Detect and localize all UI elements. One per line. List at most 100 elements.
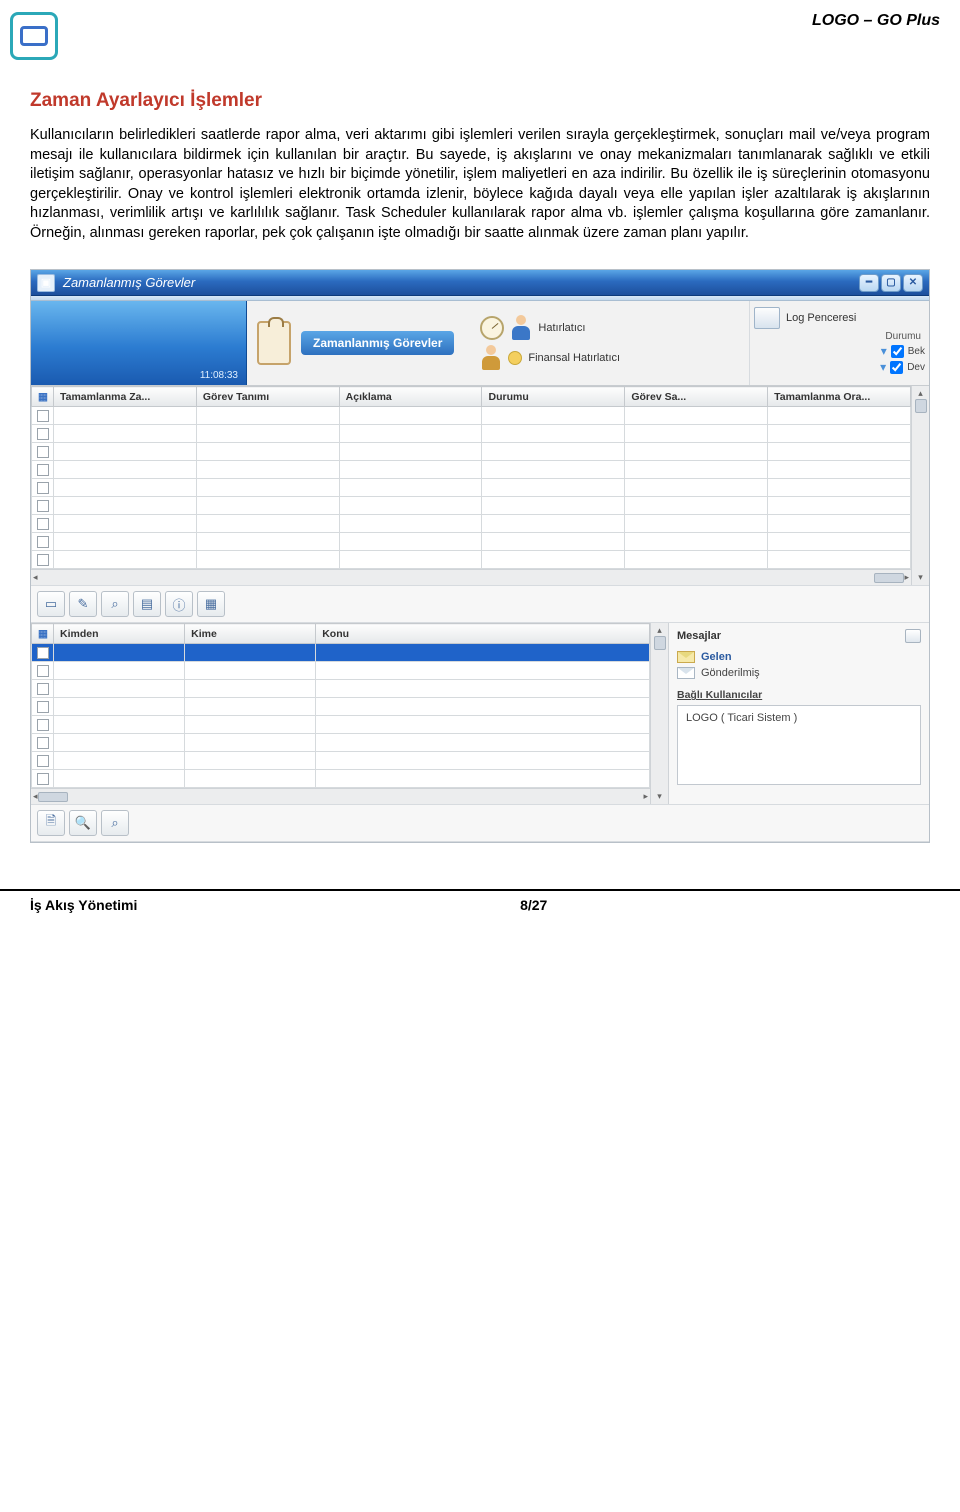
vertical-scrollbar[interactable]: ▴ ▾ <box>650 623 668 804</box>
row-checkbox[interactable] <box>37 755 49 767</box>
column-header[interactable]: Konu <box>316 624 650 644</box>
row-checkbox[interactable] <box>37 719 49 731</box>
table-row[interactable] <box>32 461 911 479</box>
reminder-button[interactable]: Hatırlatıcı <box>480 315 620 341</box>
minimize-button[interactable]: ━ <box>859 274 879 292</box>
table-row[interactable] <box>32 479 911 497</box>
column-header[interactable]: Görev Sa... <box>625 387 768 407</box>
scroll-left-icon[interactable]: ◂ <box>33 572 38 583</box>
row-checkbox[interactable] <box>37 647 49 659</box>
row-checkbox[interactable] <box>37 428 49 440</box>
connected-users-list[interactable]: LOGO ( Ticari Sistem ) <box>677 705 921 785</box>
tool-button[interactable]: ▦ <box>197 591 225 617</box>
panel-toggle-button[interactable] <box>905 629 921 643</box>
tool-button[interactable]: ⌕ <box>101 810 129 836</box>
table-row[interactable] <box>32 680 650 698</box>
tool-button[interactable]: 🗎 <box>37 810 65 836</box>
row-checkbox[interactable] <box>37 518 49 530</box>
table-row[interactable] <box>32 698 650 716</box>
envelope-icon <box>677 651 695 663</box>
tool-button[interactable]: 🔍 <box>69 810 97 836</box>
column-selector-icon[interactable]: ▦ <box>32 624 54 644</box>
row-checkbox[interactable] <box>37 500 49 512</box>
column-header[interactable]: Kime <box>185 624 316 644</box>
scroll-down-icon[interactable]: ▾ <box>657 791 662 802</box>
vertical-scrollbar[interactable]: ▴ ▾ <box>911 386 929 585</box>
scroll-down-icon[interactable]: ▾ <box>918 572 923 583</box>
sent-link[interactable]: Gönderilmiş <box>677 665 921 681</box>
chevron-down-icon: ▾ <box>881 344 887 358</box>
table-row[interactable] <box>32 752 650 770</box>
coin-icon <box>508 351 522 365</box>
row-checkbox[interactable] <box>37 410 49 422</box>
inbox-label: Gelen <box>701 651 732 663</box>
window-app-icon: ▣ <box>37 274 55 292</box>
scroll-thumb[interactable] <box>915 399 927 413</box>
table-row[interactable] <box>32 425 911 443</box>
clipboard-icon <box>257 321 291 365</box>
tasks-grid[interactable]: ▦Tamamlanma Za...Görev TanımıAçıklamaDur… <box>31 386 911 569</box>
table-row[interactable] <box>32 770 650 788</box>
messages-panel-header: Mesajlar <box>677 630 721 642</box>
scroll-up-icon[interactable]: ▴ <box>918 388 923 399</box>
window-titlebar: ▣ Zamanlanmış Görevler ━ ▢ ✕ <box>31 270 929 296</box>
scroll-up-icon[interactable]: ▴ <box>657 625 662 636</box>
table-row[interactable] <box>32 443 911 461</box>
row-checkbox[interactable] <box>37 665 49 677</box>
table-row[interactable] <box>32 497 911 515</box>
table-row[interactable] <box>32 716 650 734</box>
scheduled-tasks-button[interactable]: Zamanlanmış Görevler <box>301 331 454 355</box>
column-header[interactable]: Açıklama <box>339 387 482 407</box>
tool-button[interactable]: ⓘ <box>165 591 193 617</box>
status-filter-dev[interactable]: ▾ Dev <box>754 360 925 374</box>
row-checkbox[interactable] <box>37 701 49 713</box>
tool-button[interactable]: ▤ <box>133 591 161 617</box>
close-button[interactable]: ✕ <box>903 274 923 292</box>
scroll-right-icon[interactable]: ▸ <box>643 791 648 802</box>
window-title: Zamanlanmış Görevler <box>63 275 195 290</box>
column-header[interactable]: Tamamlanma Za... <box>54 387 197 407</box>
row-checkbox[interactable] <box>37 446 49 458</box>
horizontal-scrollbar[interactable]: ◂ ▸ <box>31 788 650 804</box>
tool-button[interactable]: ✎ <box>69 591 97 617</box>
row-checkbox[interactable] <box>37 536 49 548</box>
column-header[interactable]: Tamamlanma Ora... <box>768 387 911 407</box>
connected-users-header: Bağlı Kullanıcılar <box>677 689 921 701</box>
log-window-button[interactable]: Log Penceresi <box>786 312 856 324</box>
row-checkbox[interactable] <box>37 482 49 494</box>
table-row[interactable] <box>32 533 911 551</box>
scroll-thumb[interactable] <box>874 573 904 583</box>
column-header[interactable]: Kimden <box>54 624 185 644</box>
horizontal-scrollbar[interactable]: ◂ ▸ <box>31 569 911 585</box>
status-checkbox[interactable] <box>890 361 903 374</box>
financial-reminder-button[interactable]: Finansal Hatırlatıcı <box>480 345 620 371</box>
body-paragraph: Kullanıcıların belirledikleri saatlerde … <box>30 126 930 243</box>
scroll-thumb[interactable] <box>38 792 68 802</box>
maximize-button[interactable]: ▢ <box>881 274 901 292</box>
row-checkbox[interactable] <box>37 683 49 695</box>
user-entry: LOGO ( Ticari Sistem ) <box>686 712 797 724</box>
row-checkbox[interactable] <box>37 554 49 566</box>
table-row[interactable] <box>32 551 911 569</box>
tool-button[interactable]: ⌕ <box>101 591 129 617</box>
messages-grid[interactable]: ▦KimdenKimeKonu <box>31 623 650 788</box>
table-row[interactable] <box>32 644 650 662</box>
table-row[interactable] <box>32 407 911 425</box>
status-checkbox[interactable] <box>891 345 904 358</box>
column-header[interactable]: Durumu <box>482 387 625 407</box>
row-checkbox[interactable] <box>37 464 49 476</box>
inbox-link[interactable]: Gelen <box>677 649 921 665</box>
column-header[interactable]: Görev Tanımı <box>196 387 339 407</box>
tool-button[interactable]: ▭ <box>37 591 65 617</box>
status-filter-bek[interactable]: ▾ Bek <box>754 344 925 358</box>
row-checkbox[interactable] <box>37 773 49 785</box>
footer-left: İş Akış Yönetimi <box>30 897 137 913</box>
row-checkbox[interactable] <box>37 737 49 749</box>
scroll-right-icon[interactable]: ▸ <box>904 572 909 583</box>
column-selector-icon[interactable]: ▦ <box>32 387 54 407</box>
table-row[interactable] <box>32 734 650 752</box>
table-row[interactable] <box>32 662 650 680</box>
table-row[interactable] <box>32 515 911 533</box>
scroll-left-icon[interactable]: ◂ <box>33 791 38 802</box>
scroll-thumb[interactable] <box>654 636 666 650</box>
